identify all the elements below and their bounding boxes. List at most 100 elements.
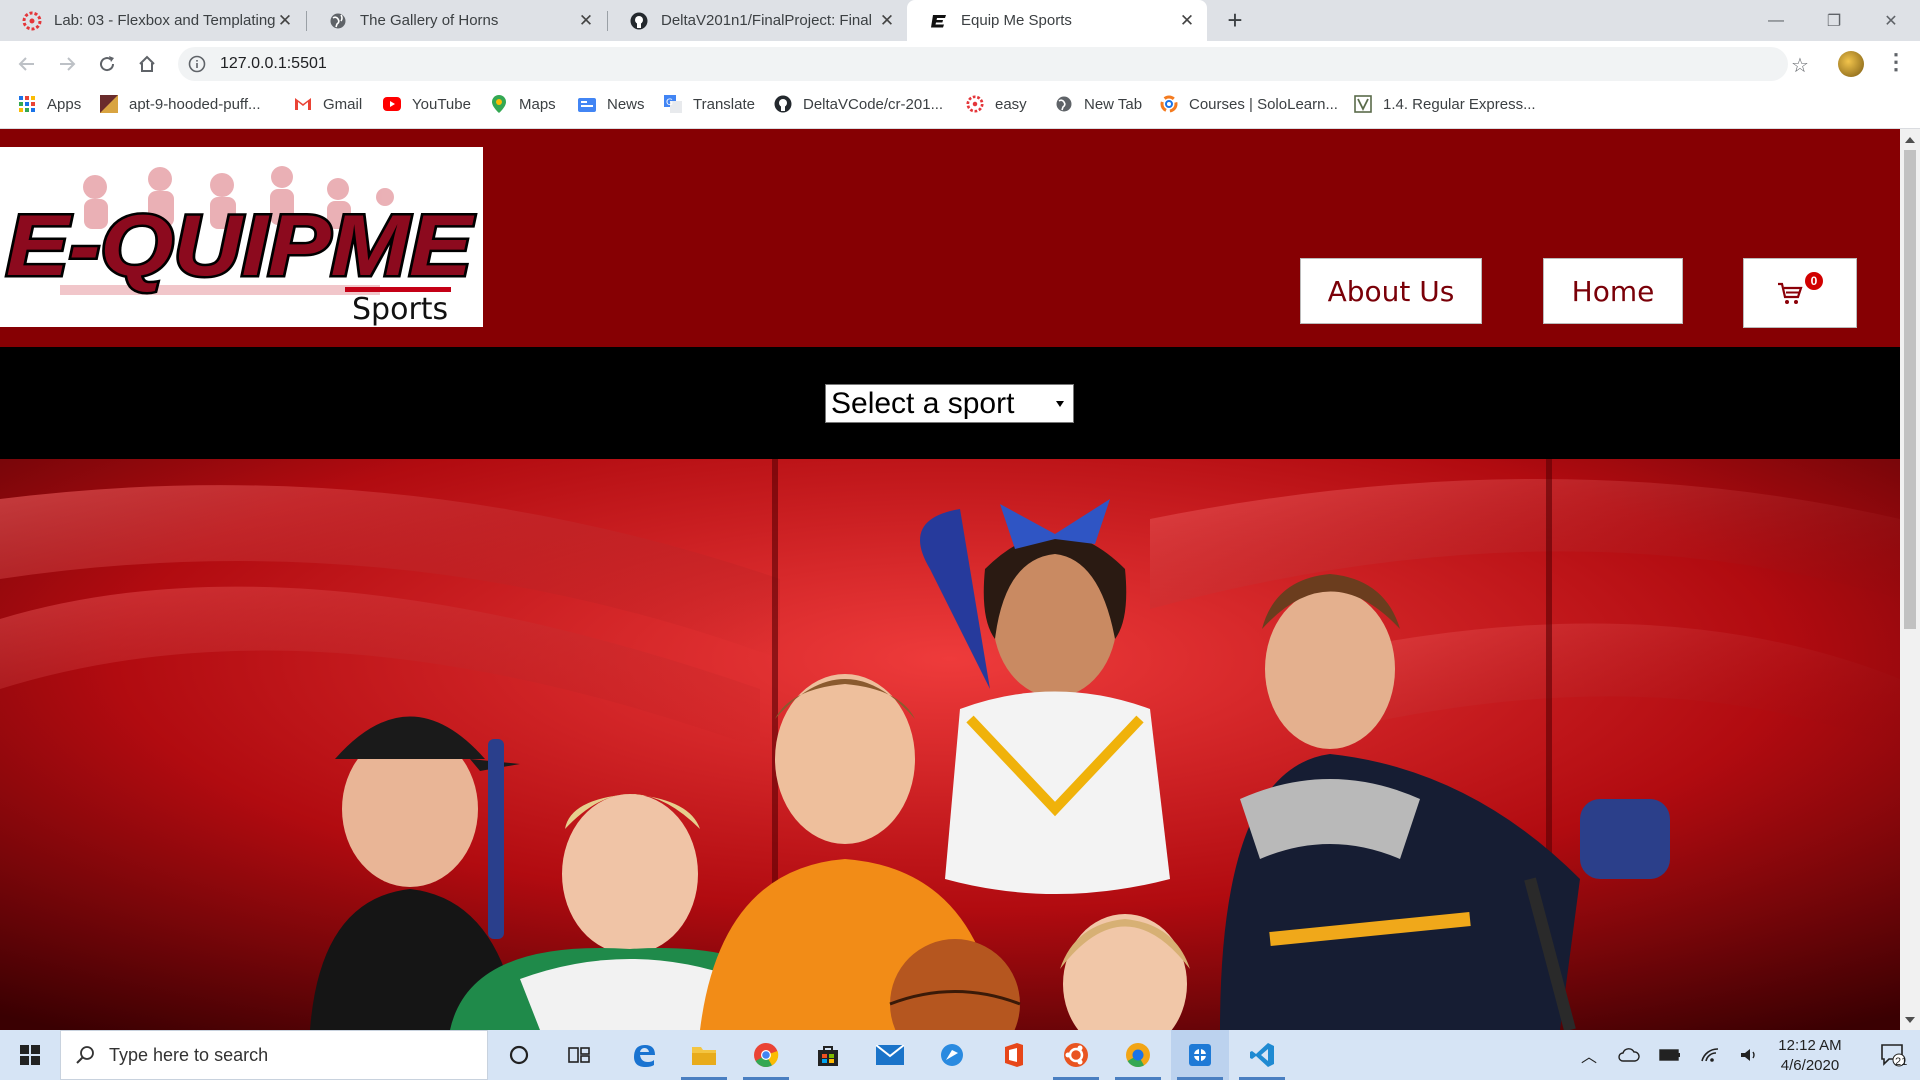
bookmark-sololearn[interactable]: Courses | SoloLearn...	[1160, 87, 1338, 121]
close-icon[interactable]: ✕	[576, 11, 596, 31]
home-nav-button[interactable]: Home	[1543, 258, 1683, 324]
logo-wordmark: E-QUIPME	[6, 198, 475, 294]
apps-grid-icon	[18, 95, 36, 113]
back-button[interactable]	[12, 49, 42, 79]
taskbar-chrome[interactable]	[737, 1030, 795, 1080]
taskbar-ubuntu[interactable]	[1047, 1030, 1105, 1080]
globe-icon	[328, 11, 348, 31]
cart-button[interactable]: 0	[1743, 258, 1857, 328]
wifi-icon[interactable]	[1695, 1030, 1725, 1080]
page-scrollbar[interactable]	[1900, 129, 1920, 1030]
chrome-icon	[754, 1043, 779, 1068]
volume-icon[interactable]	[1734, 1030, 1764, 1080]
tab-equip-me-sports[interactable]: Equip Me Sports ✕	[907, 0, 1207, 41]
sport-select-dropdown[interactable]: Select a sport	[825, 384, 1074, 423]
taskbar-app-blue[interactable]	[923, 1030, 981, 1080]
about-us-button[interactable]: About Us	[1300, 258, 1482, 324]
tray-chevron-up-icon[interactable]: ︿	[1576, 1030, 1602, 1080]
scroll-down-icon[interactable]	[1905, 1017, 1915, 1023]
taskbar-snip[interactable]	[1171, 1030, 1229, 1080]
tab-gallery-of-horns[interactable]: The Gallery of Horns ✕	[306, 0, 606, 41]
bookmark-label: DeltaVCode/cr-201...	[803, 95, 944, 113]
bookmark-regular-express[interactable]: 1.4. Regular Express...	[1354, 87, 1536, 121]
taskbar-mail[interactable]	[861, 1030, 919, 1080]
taskbar-search-placeholder: Type here to search	[109, 1044, 269, 1065]
svg-text:G: G	[666, 98, 673, 108]
cortana-button[interactable]	[490, 1030, 548, 1080]
tab-lab-03[interactable]: Lab: 03 - Flexbox and Templating ✕	[0, 0, 305, 41]
restore-button[interactable]: ❐	[1805, 0, 1863, 41]
taskbar-search-box[interactable]: Type here to search	[60, 1030, 488, 1080]
forward-button[interactable]	[52, 49, 82, 79]
bookmark-label: apt-9-hooded-puff...	[129, 95, 261, 113]
taskbar-vscode[interactable]	[1233, 1030, 1291, 1080]
store-bag-icon	[818, 1046, 838, 1066]
minimize-button[interactable]: —	[1747, 0, 1805, 41]
address-bar[interactable]: 127.0.0.1:5501	[178, 47, 1788, 81]
bookmark-label: Courses | SoloLearn...	[1189, 95, 1338, 113]
taskbar-store[interactable]	[799, 1030, 857, 1080]
bookmark-label: Maps	[519, 95, 556, 113]
close-window-button[interactable]: ✕	[1862, 0, 1920, 41]
snip-tool-icon	[1189, 1044, 1211, 1066]
close-icon[interactable]: ✕	[1177, 11, 1197, 31]
bookmark-maps[interactable]: Maps	[490, 87, 556, 121]
close-icon[interactable]: ✕	[877, 11, 897, 31]
action-center-button[interactable]: 21	[1866, 1030, 1920, 1080]
vscode-icon	[1250, 1043, 1274, 1067]
bookmark-gmail[interactable]: Gmail	[294, 87, 362, 121]
bookmarks-bar: Apps apt-9-hooded-puff... Gmail YouTube …	[0, 87, 1920, 129]
tab-title: DeltaV201n1/FinalProject: Final P	[661, 12, 877, 29]
site-header: E-QUIPME Sports About Us Home 0	[0, 129, 1900, 347]
bookmark-label: 1.4. Regular Express...	[1383, 95, 1536, 113]
canvas-icon	[22, 11, 42, 31]
bookmark-image-icon	[100, 95, 118, 113]
bookmark-deltavcode[interactable]: DeltaVCode/cr-201...	[774, 87, 943, 121]
bookmark-apps[interactable]: Apps	[18, 87, 81, 121]
site-logo[interactable]: E-QUIPME Sports	[0, 147, 483, 327]
bookmark-easy[interactable]: easy	[966, 87, 1027, 121]
compass-app-icon	[941, 1044, 963, 1066]
search-icon	[76, 1046, 94, 1064]
tab-title: The Gallery of Horns	[360, 12, 499, 29]
scroll-up-icon[interactable]	[1905, 137, 1915, 143]
task-view-icon	[568, 1047, 590, 1063]
taskbar-office[interactable]	[985, 1030, 1043, 1080]
sololearn-icon	[1160, 95, 1178, 113]
start-button[interactable]	[0, 1030, 60, 1080]
bookmark-apt-9[interactable]: apt-9-hooded-puff...	[100, 87, 260, 121]
scrollbar-thumb[interactable]	[1904, 150, 1916, 629]
bookmark-new-tab[interactable]: New Tab	[1055, 87, 1142, 121]
profile-avatar[interactable]	[1838, 51, 1864, 77]
bookmark-translate[interactable]: G Translate	[664, 87, 755, 121]
bookmark-news[interactable]: News	[578, 87, 645, 121]
site-e-icon	[929, 11, 949, 31]
home-button[interactable]	[132, 49, 162, 79]
menu-kebab-icon[interactable]: ⋮	[1885, 51, 1907, 73]
bookmark-label: News	[607, 95, 645, 113]
taskbar-edge[interactable]	[615, 1030, 673, 1080]
ubuntu-icon	[1064, 1043, 1088, 1067]
info-icon[interactable]	[188, 55, 206, 73]
notification-count: 21	[1895, 1056, 1908, 1068]
bookmark-star-icon[interactable]: ☆	[1791, 53, 1809, 78]
bookmark-youtube[interactable]: YouTube	[383, 87, 471, 121]
translate-icon: G	[664, 95, 682, 113]
github-icon	[774, 95, 792, 113]
bookmark-label: Apps	[47, 95, 82, 113]
task-view-button[interactable]	[550, 1030, 608, 1080]
taskbar-chrome-canary[interactable]	[1109, 1030, 1167, 1080]
taskbar-clock[interactable]: 12:12 AM 4/6/2020	[1770, 1036, 1850, 1076]
tab-title: Equip Me Sports	[961, 12, 1072, 29]
battery-icon[interactable]	[1655, 1030, 1685, 1080]
globe-icon	[1055, 95, 1073, 113]
new-tab-button[interactable]: +	[1222, 7, 1248, 33]
tab-github-finalproject[interactable]: DeltaV201n1/FinalProject: Final P ✕	[607, 0, 907, 41]
bookmark-label: Translate	[693, 95, 755, 113]
reload-button[interactable]	[92, 49, 122, 79]
taskbar-file-explorer[interactable]	[675, 1030, 733, 1080]
onedrive-cloud-icon[interactable]	[1614, 1030, 1644, 1080]
close-icon[interactable]: ✕	[275, 11, 295, 31]
forward-arrow-icon	[60, 57, 76, 71]
browser-toolbar: 127.0.0.1:5501 ☆ ⋮	[0, 41, 1920, 87]
